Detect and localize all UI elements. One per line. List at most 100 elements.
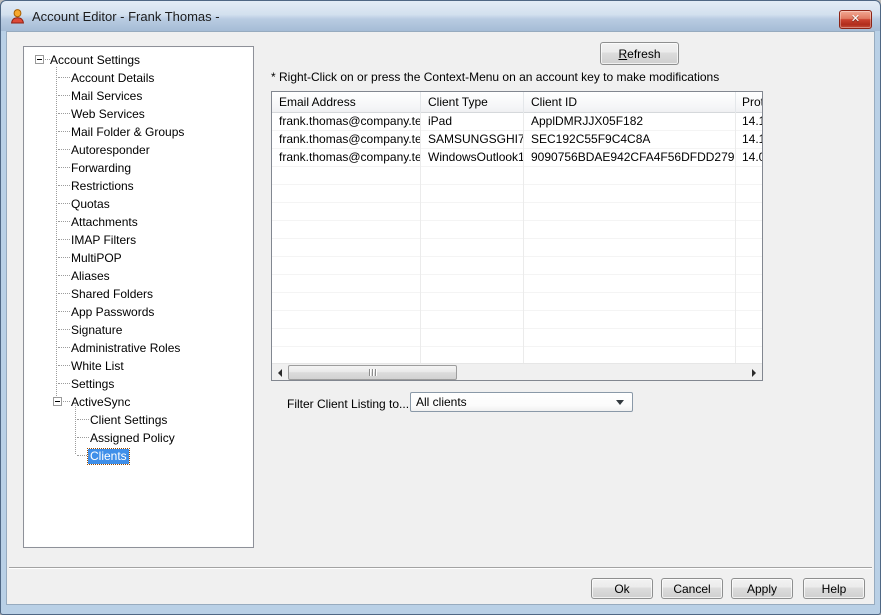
tree-item-app-passwords[interactable]: App Passwords (26, 303, 251, 321)
titlebar[interactable]: Account Editor - Frank Thomas - ✕ (1, 1, 880, 31)
table-cell: frank.thomas@company.test (272, 113, 421, 131)
table-cell (524, 221, 736, 239)
tree-item-attachments[interactable]: Attachments (26, 213, 251, 231)
tree-item-label: Account Details (69, 71, 156, 86)
table-cell (524, 311, 736, 329)
scroll-right-button[interactable] (746, 364, 762, 381)
tree-item-shared-folders[interactable]: Shared Folders (26, 285, 251, 303)
tree-item-label: Mail Services (69, 89, 144, 104)
table-cell (421, 221, 524, 239)
table-empty-row (272, 203, 762, 221)
tree-item-activesync[interactable]: ActiveSync (26, 393, 251, 411)
filter-combobox[interactable]: All clients (410, 392, 633, 412)
table-empty-row (272, 239, 762, 257)
tree-item-label: Administrative Roles (69, 341, 182, 356)
scrollbar-thumb[interactable] (288, 365, 457, 380)
table-cell (421, 311, 524, 329)
tree-item-label: Aliases (69, 269, 112, 284)
column-header-client-type[interactable]: Client Type (421, 92, 524, 113)
collapse-minus-icon[interactable] (35, 55, 44, 64)
tree-item-clients[interactable]: Clients (26, 447, 251, 465)
table-cell (736, 185, 762, 203)
tree-item-label: Mail Folder & Groups (69, 125, 186, 140)
table-cell (524, 275, 736, 293)
cancel-button[interactable]: Cancel (661, 578, 723, 599)
settings-tree-panel[interactable]: Account Settings Account Details Mail Serv… (23, 46, 254, 548)
tree-item-mail-folder-groups[interactable]: Mail Folder & Groups (26, 123, 251, 141)
tree-item-multipop[interactable]: MultiPOP (26, 249, 251, 267)
tree-item-label: Shared Folders (69, 287, 155, 302)
tree-item-label: Web Services (69, 107, 147, 122)
footer-separator (9, 567, 872, 569)
tree-item-administrative-roles[interactable]: Administrative Roles (26, 339, 251, 357)
table-cell (736, 203, 762, 221)
thumb-grip-icon (369, 369, 370, 376)
tree-item-label: Clients (88, 449, 129, 464)
column-header-protocol[interactable]: Protocol (736, 92, 762, 113)
table-cell (736, 275, 762, 293)
close-button[interactable]: ✕ (839, 10, 872, 29)
thumb-grip-icon (375, 369, 376, 376)
table-cell (272, 203, 421, 221)
tree-item-quotas[interactable]: Quotas (26, 195, 251, 213)
tree-item-forwarding[interactable]: Forwarding (26, 159, 251, 177)
tree-item-account-details[interactable]: Account Details (26, 69, 251, 87)
table-cell (736, 221, 762, 239)
apply-button[interactable]: Apply (731, 578, 793, 599)
table-cell: 9090756BDAE942CFA4F56DFDD279579E (524, 149, 736, 167)
column-header-client-id[interactable]: Client ID (524, 92, 736, 113)
tree-item-account-settings[interactable]: Account Settings (26, 51, 251, 69)
tree-item-restrictions[interactable]: Restrictions (26, 177, 251, 195)
table-cell (736, 167, 762, 185)
context-menu-note: * Right-Click on or press the Context-Me… (271, 70, 771, 84)
table-cell (524, 167, 736, 185)
tree-item-settings[interactable]: Settings (26, 375, 251, 393)
tree-item-mail-services[interactable]: Mail Services (26, 87, 251, 105)
table-row[interactable]: frank.thomas@company.testSAMSUNGSGHI747S… (272, 131, 762, 149)
table-empty-row (272, 257, 762, 275)
tree-item-white-list[interactable]: White List (26, 357, 251, 375)
tree-item-label: App Passwords (69, 305, 156, 320)
horizontal-scrollbar[interactable] (272, 363, 762, 380)
tree-item-imap-filters[interactable]: IMAP Filters (26, 231, 251, 249)
ok-button[interactable]: Ok (591, 578, 653, 599)
tree-item-aliases[interactable]: Aliases (26, 267, 251, 285)
table-cell (272, 293, 421, 311)
tree-item-signature[interactable]: Signature (26, 321, 251, 339)
table-body: frank.thomas@company.testiPadApplDMRJJX0… (272, 113, 762, 365)
table-cell: 14.0 (736, 149, 762, 167)
table-cell: iPad (421, 113, 524, 131)
tree-item-assigned-policy[interactable]: Assigned Policy (26, 429, 251, 447)
tree-item-web-services[interactable]: Web Services (26, 105, 251, 123)
table-cell (524, 185, 736, 203)
help-button[interactable]: Help (803, 578, 865, 599)
scroll-left-button[interactable] (272, 364, 288, 381)
table-empty-row (272, 221, 762, 239)
tree-item-label: Quotas (69, 197, 112, 212)
collapse-minus-icon[interactable] (53, 397, 62, 406)
tree-item-label: Client Settings (88, 413, 169, 428)
table-cell (272, 257, 421, 275)
filter-combobox-value: All clients (416, 395, 467, 409)
table-cell: 14.1 (736, 113, 762, 131)
table-cell: SEC192C55F9C4C8A (524, 131, 736, 149)
table-cell (272, 167, 421, 185)
table-row[interactable]: frank.thomas@company.testWindowsOutlook1… (272, 149, 762, 167)
user-icon (9, 8, 26, 25)
table-cell (272, 185, 421, 203)
table-cell (421, 239, 524, 257)
table-cell (524, 329, 736, 347)
tree-item-client-settings[interactable]: Client Settings (26, 411, 251, 429)
refresh-button[interactable]: Refresh (600, 42, 679, 65)
table-row[interactable]: frank.thomas@company.testiPadApplDMRJJX0… (272, 113, 762, 131)
tree-item-autoresponder[interactable]: Autoresponder (26, 141, 251, 159)
table-cell (736, 293, 762, 311)
tree-item-label: White List (69, 359, 126, 374)
activesync-clients-table[interactable]: Email AddressClient TypeClient IDProtoco… (271, 91, 763, 381)
table-cell (272, 239, 421, 257)
table-cell (421, 275, 524, 293)
table-cell (736, 329, 762, 347)
column-header-email-address[interactable]: Email Address (272, 92, 421, 113)
filter-label: Filter Client Listing to... (287, 397, 409, 411)
chevron-down-icon (616, 400, 624, 405)
